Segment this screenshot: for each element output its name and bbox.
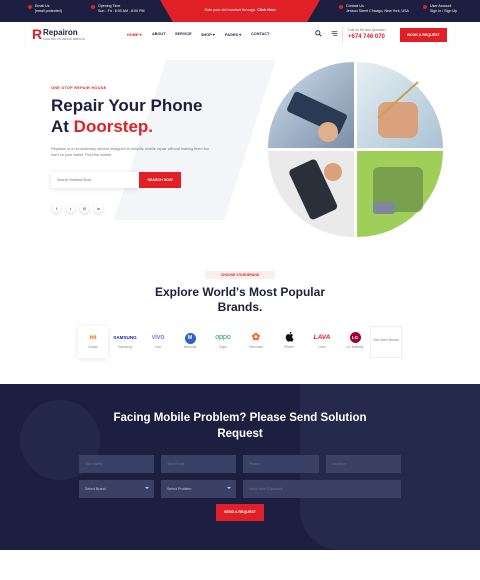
send-request-button[interactable]: SEND A REQUEST [216,504,264,521]
request-title: Facing Mobile Problem? Please Send Solut… [113,412,367,440]
promo-text: Sale your old handset through. Click Her… [160,8,320,12]
promo-message: Sale your old handset through. [204,8,257,12]
brand-name: LG Butterfly [346,345,364,349]
motorola-logo-icon: M [175,331,205,345]
contact-info: Contact Us Jenson Street Chicago, New Yor… [339,4,409,14]
brand-iphone[interactable]: iPhone [274,326,304,358]
micromax-logo-icon: ✿ [251,332,261,343]
hero-description: Repairon is a revolutionary service desi… [51,147,209,157]
nav-home[interactable]: HOME ▾ [127,32,141,37]
location-field[interactable] [326,455,401,473]
nav-shop-label: SHOP [201,33,212,37]
hero-title-highlight: Doorstep. [73,117,154,136]
mail-icon [28,5,32,9]
nav-service[interactable]: SERVICE [175,32,192,36]
brand-xiaomi[interactable]: mi Xiaomi [78,326,108,358]
brand-name: Motorola [183,345,197,349]
hero-title: Repair Your Phone At Doorstep. [51,95,202,137]
logo-name[interactable]: Repairon [43,28,78,37]
brand-vivo[interactable]: vivo Vivo [143,326,173,358]
email-field[interactable] [161,455,236,473]
promo-link[interactable]: Click Here [257,8,276,12]
nav-pages-label: PAGES [225,33,239,37]
brand-name: iPhone [284,345,294,349]
clock-icon [91,5,95,9]
book-request-button[interactable]: BOOK A REQUEST [400,28,447,42]
apple-logo-icon [274,331,304,345]
hours-value: Sun - Fri : 8:00 AM - 8:00 PM [98,9,145,13]
brand-name: Vivo [154,345,162,349]
vivo-logo-icon: vivo [151,334,165,341]
contact-value: Jenson Street Chicago, New York, USA [346,9,409,13]
brand-select[interactable]: Select Brand [79,480,154,498]
call-label: Call us for any question [348,28,386,32]
email-link[interactable]: [email protected] [35,9,62,14]
lg-logo-icon: LG [340,331,370,345]
brands-title: Explore World's Most Popular Brands. [155,285,325,314]
search-icon[interactable] [315,30,322,37]
note-field[interactable] [243,480,401,498]
email-info: Email Us [email protected] [28,4,62,14]
facebook-icon[interactable]: f [52,204,61,213]
hero-repair-image [268,62,443,237]
hero-title-plain: At [51,117,74,136]
brand-name: Micromax [249,345,263,349]
brand-name: Lava [318,345,326,349]
nav-shop[interactable]: SHOP ▾ [201,32,215,37]
logo-tagline: SAVE BIG ON REPAIR SERVICE [43,37,85,41]
brand-lg[interactable]: LG LG Butterfly [340,326,370,358]
choose-brand-label: CHOOSE YOUR BRAND [205,271,275,279]
location-icon [339,5,343,9]
brand-select-value: Select Brand [85,487,106,491]
user-icon [423,5,427,9]
brand-oppo[interactable]: oppo Oppo [208,326,238,358]
shop-search-input[interactable] [51,172,139,188]
lg-mark: LG [349,332,361,343]
oppo-logo-icon: oppo [215,334,231,341]
problem-select-value: Select Problem [167,487,192,491]
hours-info: Opening Time Sun - Fri : 8:00 AM - 8:00 P… [91,4,145,14]
xiaomi-logo-icon: mi [89,335,97,341]
header-divider [342,27,343,43]
brand-name: Xiaomi [88,345,98,349]
brand-motorola[interactable]: M Motorola [175,326,205,358]
menu-icon[interactable] [331,30,338,37]
lava-logo-icon: LAVA [313,334,331,341]
nav-contact[interactable]: CONTACT [251,32,269,36]
sign-in-link[interactable]: Sign In / Sign Up [430,9,457,14]
brand-micromax[interactable]: ✿ Micromax [241,326,271,358]
name-field[interactable] [79,455,154,473]
chevron-down-icon [227,487,231,489]
nav-about[interactable]: ABOUT [152,32,166,36]
samsung-logo-icon: SAMSUNG [113,335,137,340]
linkedin-icon[interactable]: in [94,204,103,213]
account-info: User Account Sign In / Sign Up [423,4,457,14]
logo-icon[interactable]: R [32,27,42,41]
brand-name: Oppo [219,345,227,349]
hero-title-line2: At Doorstep. [51,116,202,137]
chevron-down-icon [145,487,149,489]
phone-field[interactable] [243,455,319,473]
motorola-mark: M [184,333,196,344]
view-more-brands[interactable]: View More Brands [370,326,402,358]
call-number[interactable]: +674 746 070 [348,34,385,40]
hero-title-line1: Repair Your Phone [51,96,203,115]
twitter-icon[interactable]: t [66,204,75,213]
brand-lava[interactable]: LAVA Lava [307,326,337,358]
hero-eyebrow: ONE STOP REPAIR HOUSE [51,86,107,90]
problem-select[interactable]: Select Problem [161,480,236,498]
instagram-icon[interactable]: ◎ [80,204,89,213]
nav-pages[interactable]: PAGES ▾ [225,32,241,37]
nav-home-label: HOME [127,33,139,37]
search-now-button[interactable]: SEARCH NOW [139,172,181,188]
brand-samsung[interactable]: SAMSUNG Samsung [110,326,140,358]
brand-name: Samsung [118,345,132,349]
